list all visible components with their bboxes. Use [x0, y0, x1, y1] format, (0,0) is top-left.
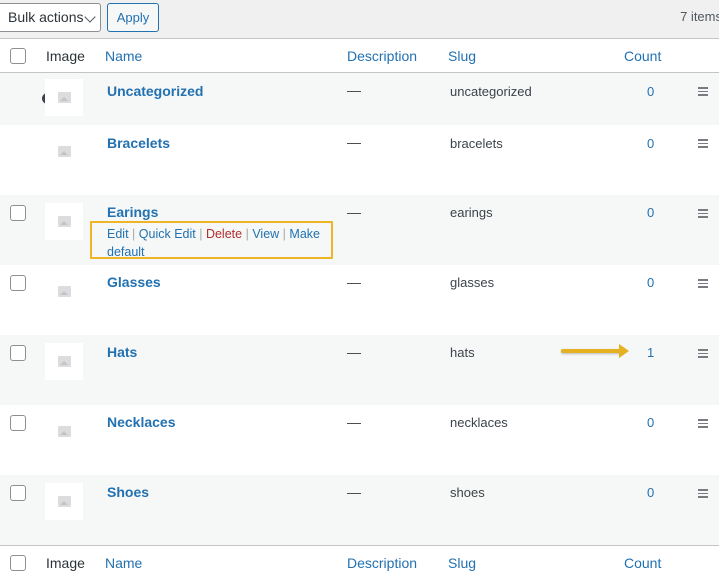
table-row: ? Uncategorized — uncategorized 0 [0, 73, 719, 125]
image-placeholder-icon [58, 356, 71, 367]
column-image-footer: Image [46, 555, 85, 571]
table-row: Earings — earings 0 Edit | Quick Edit | … [0, 195, 719, 265]
column-count[interactable]: Count [624, 48, 661, 64]
separator: | [282, 227, 286, 241]
row-count[interactable]: 1 [647, 345, 654, 360]
table-row: Shoes — shoes 0 [0, 475, 719, 545]
row-checkbox[interactable] [10, 485, 26, 501]
edit-link[interactable]: Edit [107, 227, 129, 241]
thumbnail [45, 273, 83, 310]
row-slug: uncategorized [450, 84, 532, 99]
row-description: — [347, 274, 361, 290]
image-placeholder-icon [58, 146, 71, 157]
row-actions: Edit | Quick Edit | Delete | View | Make… [107, 225, 327, 261]
thumbnail [45, 483, 83, 520]
table-row: Necklaces — necklaces 0 [0, 405, 719, 475]
row-slug: earings [450, 205, 493, 220]
row-checkbox[interactable] [10, 415, 26, 431]
chevron-down-icon [84, 11, 96, 23]
thumbnail [45, 133, 83, 170]
column-slug[interactable]: Slug [448, 48, 476, 64]
row-count[interactable]: 0 [647, 84, 654, 99]
thumbnail [45, 203, 83, 240]
row-description: — [347, 344, 361, 360]
drag-handle-icon[interactable] [698, 209, 708, 220]
row-description: — [347, 484, 361, 500]
column-name-footer[interactable]: Name [105, 555, 142, 571]
row-count[interactable]: 0 [647, 136, 654, 151]
separator: | [245, 227, 249, 241]
categories-table: Image Name Description Slug Count ? Unca… [0, 38, 719, 573]
row-description: — [347, 82, 361, 98]
tablenav-top: Bulk actions Apply 7 items [0, 0, 719, 38]
image-placeholder-icon [58, 496, 71, 507]
row-name[interactable]: Bracelets [107, 135, 170, 151]
row-name[interactable]: Uncategorized [107, 83, 203, 99]
row-slug: shoes [450, 485, 485, 500]
row-slug: necklaces [450, 415, 508, 430]
row-checkbox[interactable] [10, 275, 26, 291]
column-slug-footer[interactable]: Slug [448, 555, 476, 571]
view-link[interactable]: View [252, 227, 279, 241]
thumbnail [45, 343, 83, 380]
row-count[interactable]: 0 [647, 485, 654, 500]
image-placeholder-icon [58, 92, 71, 103]
thumbnail [45, 79, 83, 116]
row-checkbox[interactable] [10, 205, 26, 221]
column-image: Image [46, 48, 85, 64]
row-description: — [347, 204, 361, 220]
select-all-checkbox[interactable] [10, 48, 26, 64]
row-count[interactable]: 0 [647, 415, 654, 430]
drag-handle-icon[interactable] [698, 279, 708, 290]
table-footer: Image Name Description Slug Count [0, 545, 719, 573]
row-checkbox[interactable] [10, 345, 26, 361]
row-name[interactable]: Glasses [107, 274, 161, 290]
row-name[interactable]: Necklaces [107, 414, 176, 430]
separator: | [199, 227, 203, 241]
drag-handle-icon[interactable] [698, 139, 708, 150]
separator: | [132, 227, 136, 241]
row-count[interactable]: 0 [647, 205, 654, 220]
table-row: Glasses — glasses 0 [0, 265, 719, 335]
thumbnail [45, 413, 83, 450]
column-description[interactable]: Description [347, 48, 417, 64]
row-slug: hats [450, 345, 475, 360]
select-all-checkbox-footer[interactable] [10, 555, 26, 571]
delete-link[interactable]: Delete [206, 227, 242, 241]
image-placeholder-icon [58, 426, 71, 437]
row-count[interactable]: 0 [647, 275, 654, 290]
table-row: Hats — hats 1 [0, 335, 719, 405]
image-placeholder-icon [58, 216, 71, 227]
drag-handle-icon[interactable] [698, 87, 708, 98]
row-description: — [347, 134, 361, 150]
table-row: Bracelets — bracelets 0 [0, 125, 719, 195]
column-description-footer[interactable]: Description [347, 555, 417, 571]
row-name[interactable]: Earings [107, 204, 158, 220]
row-slug: glasses [450, 275, 495, 290]
column-count-footer[interactable]: Count [624, 555, 661, 571]
row-name[interactable]: Shoes [107, 484, 149, 500]
items-count: 7 items [680, 9, 719, 24]
apply-button[interactable]: Apply [107, 3, 159, 32]
row-slug: bracelets [450, 136, 503, 151]
image-placeholder-icon [58, 286, 71, 297]
column-name[interactable]: Name [105, 48, 142, 64]
bulk-actions-select[interactable]: Bulk actions [0, 3, 101, 32]
table-header: Image Name Description Slug Count [0, 39, 719, 73]
arrow-annotation [561, 344, 629, 358]
drag-handle-icon[interactable] [698, 349, 708, 360]
quick-edit-link[interactable]: Quick Edit [139, 227, 196, 241]
row-name[interactable]: Hats [107, 344, 137, 360]
row-description: — [347, 414, 361, 430]
drag-handle-icon[interactable] [698, 489, 708, 500]
bulk-actions-label: Bulk actions [8, 9, 84, 25]
drag-handle-icon[interactable] [698, 419, 708, 430]
